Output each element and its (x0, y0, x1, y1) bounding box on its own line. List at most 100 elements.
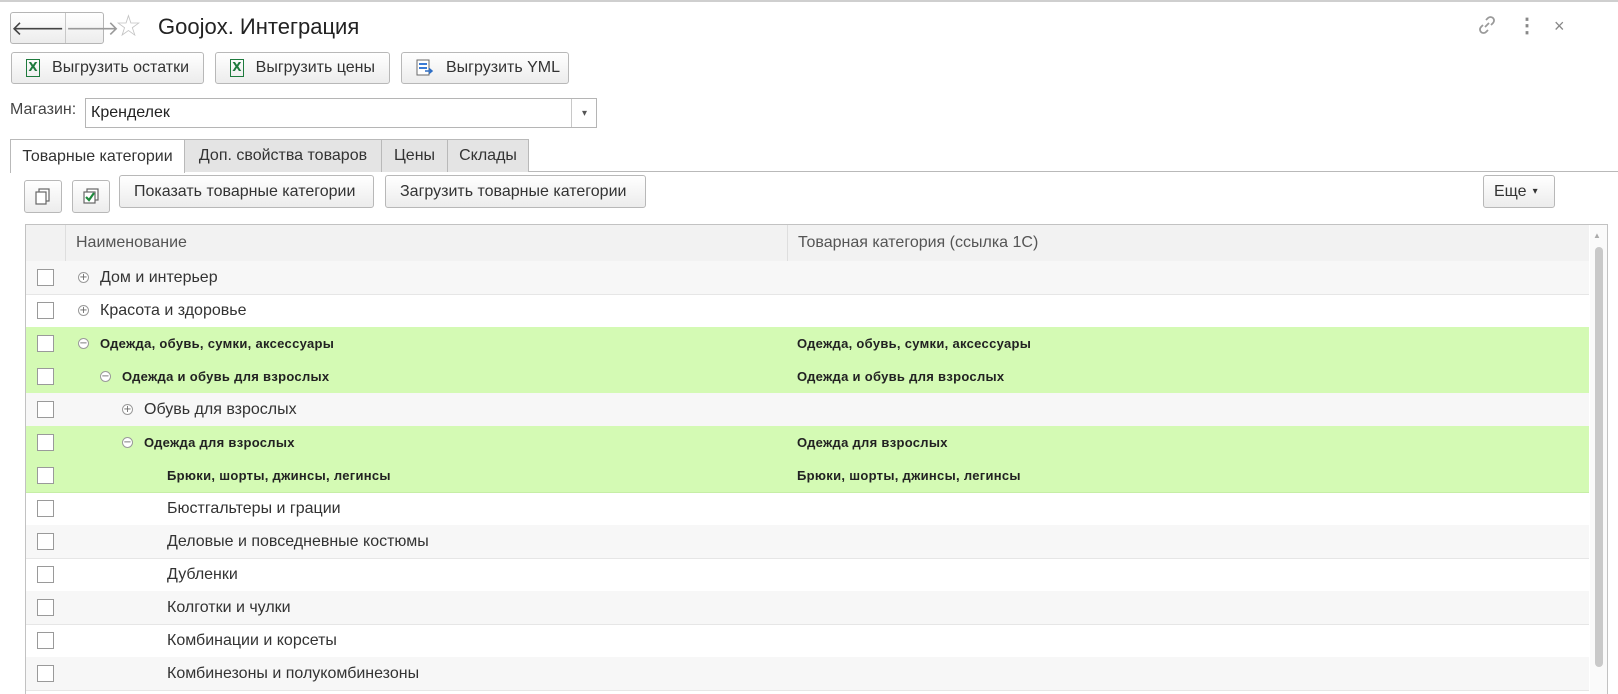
table-row[interactable]: − Одежда, обувь, сумки, аксессуары Одежда,… (26, 327, 1589, 361)
category-name: Колготки и чулки (167, 599, 291, 616)
collapse-icon[interactable]: − (122, 437, 133, 448)
load-categories-button[interactable]: Загрузить товарные категории (385, 175, 646, 208)
table-header: Наименование Товарная категория (ссылка … (26, 225, 1589, 262)
checkbox-column-header (26, 225, 66, 261)
row-checkbox[interactable] (37, 566, 54, 583)
load-categories-label: Загрузить товарные категории (400, 182, 627, 200)
yml-export-icon (416, 59, 434, 77)
export-stock-button[interactable]: X Выгрузить остатки (11, 52, 204, 84)
vertical-scrollbar[interactable]: ▲ (1590, 225, 1607, 694)
chevron-down-icon: ▾ (1532, 186, 1538, 197)
column-header-name[interactable]: Наименование (66, 225, 788, 261)
row-checkbox[interactable] (37, 665, 54, 682)
category-name: Комбинации и корсеты (167, 632, 337, 649)
close-icon[interactable]: × (1554, 14, 1565, 38)
expand-icon[interactable]: + (122, 404, 133, 415)
table-row[interactable]: Деловые и повседневные костюмы (26, 525, 1589, 559)
category-reference: Одежда, обувь, сумки, аксессуары (797, 336, 1032, 351)
collapse-icon[interactable]: − (78, 338, 89, 349)
category-name: Одежда для взрослых (144, 435, 295, 450)
check-all-button[interactable] (72, 180, 110, 213)
row-checkbox[interactable] (37, 401, 54, 418)
row-checkbox[interactable] (37, 302, 54, 319)
tab-label: Склады (459, 147, 517, 164)
expand-icon[interactable]: + (78, 305, 89, 316)
export-yml-button[interactable]: Выгрузить YML (401, 52, 569, 84)
table-row[interactable]: Колготки и чулки (26, 591, 1589, 625)
category-reference: Одежда для взрослых (797, 435, 948, 450)
table-row[interactable]: − Одежда и обувь для взрослых Одежда и обу… (26, 360, 1589, 394)
more-label: Еще (1494, 182, 1527, 200)
tab-prices[interactable]: Цены (381, 139, 448, 172)
more-button[interactable]: Еще ▾ (1483, 175, 1555, 208)
table-row[interactable]: Комбинезоны и полукомбинезоны (26, 657, 1589, 691)
category-name: Бюстгальтеры и грации (167, 500, 341, 517)
table-row[interactable]: Бюстгальтеры и грации (26, 492, 1589, 526)
shop-field[interactable]: Кренделек (85, 98, 597, 128)
category-name: Деловые и повседневные костюмы (167, 533, 429, 550)
copy-icon (35, 188, 50, 205)
table-row[interactable]: Брюки, шорты, джинсы, легинсы Брюки, шорт… (26, 459, 1589, 493)
row-checkbox[interactable] (37, 269, 54, 286)
excel-icon: X (230, 59, 244, 77)
row-checkbox[interactable] (37, 368, 54, 385)
back-button[interactable]: 🡐 (11, 13, 65, 43)
copy-button[interactable] (24, 180, 62, 213)
tab-label: Товарные категории (22, 147, 173, 165)
tab-label: Доп. свойства товаров (198, 147, 368, 164)
category-name: Одежда и обувь для взрослых (122, 369, 330, 384)
link-icon[interactable] (1476, 14, 1498, 42)
check-all-icon (83, 188, 99, 204)
shop-value: Кренделек (91, 104, 170, 121)
arrow-left-icon: 🡐 (11, 17, 65, 40)
vertical-dots-icon[interactable]: ⋮ (1517, 14, 1537, 38)
row-checkbox[interactable] (37, 500, 54, 517)
row-checkbox[interactable] (37, 335, 54, 352)
scroll-up-icon[interactable]: ▲ (1593, 231, 1601, 240)
show-categories-label: Показать товарные категории (134, 182, 356, 200)
shop-dropdown-button[interactable]: ▾ (571, 99, 597, 127)
category-reference: Одежда и обувь для взрослых (797, 369, 1005, 384)
row-checkbox[interactable] (37, 467, 54, 484)
row-checkbox[interactable] (37, 599, 54, 616)
arrow-right-icon: 🡒 (65, 17, 120, 40)
page-title: Goojox. Интеграция (158, 14, 360, 39)
excel-icon: X (26, 59, 41, 77)
show-categories-button[interactable]: Показать товарные категории (119, 175, 374, 208)
row-checkbox[interactable] (37, 434, 54, 451)
chevron-down-icon: ▾ (581, 107, 588, 119)
categories-table: Наименование Товарная категория (ссылка … (25, 224, 1608, 694)
tab-product-categories[interactable]: Товарные категории (10, 139, 185, 173)
export-yml-label: Выгрузить YML (446, 59, 561, 76)
export-stock-label: Выгрузить остатки (52, 59, 189, 76)
shop-label: Магазин: (10, 101, 77, 118)
category-name: Дубленки (167, 566, 238, 583)
collapse-icon[interactable]: − (100, 371, 111, 382)
column-header-reference[interactable]: Товарная категория (ссылка 1С) (788, 225, 1288, 261)
window-top-border (0, 0, 1618, 2)
scrollbar-thumb[interactable] (1595, 247, 1603, 667)
favorite-star-icon[interactable]: ☆ (115, 10, 142, 44)
category-name: Брюки, шорты, джинсы, легинсы (167, 468, 391, 483)
export-prices-button[interactable]: X Выгрузить цены (215, 52, 390, 84)
category-name: Дом и интерьер (100, 269, 218, 286)
table-row[interactable]: + Красота и здоровье (26, 294, 1589, 328)
forward-button[interactable]: 🡒 (64, 13, 120, 43)
table-row[interactable]: + Обувь для взрослых (26, 393, 1589, 427)
table-row[interactable]: + Дом и интерьер (26, 261, 1589, 295)
tab-warehouses[interactable]: Склады (447, 139, 529, 172)
row-checkbox[interactable] (37, 632, 54, 649)
table-row[interactable]: Дубленки (26, 558, 1589, 592)
expand-icon[interactable]: + (78, 272, 89, 283)
category-name: Обувь для взрослых (144, 401, 297, 418)
row-checkbox[interactable] (37, 533, 54, 550)
category-reference: Брюки, шорты, джинсы, легинсы (797, 468, 1021, 483)
category-name: Красота и здоровье (100, 302, 247, 319)
table-row[interactable]: − Одежда для взрослых Одежда для взрослых (26, 426, 1589, 460)
category-name: Одежда, обувь, сумки, аксессуары (100, 336, 335, 351)
table-row[interactable]: Комбинации и корсеты (26, 624, 1589, 658)
tab-extra-properties[interactable]: Доп. свойства товаров (184, 139, 382, 172)
tab-label: Цены (393, 147, 436, 164)
navigation-buttons: 🡐 🡒 (10, 12, 119, 44)
export-prices-label: Выгрузить цены (255, 59, 375, 76)
